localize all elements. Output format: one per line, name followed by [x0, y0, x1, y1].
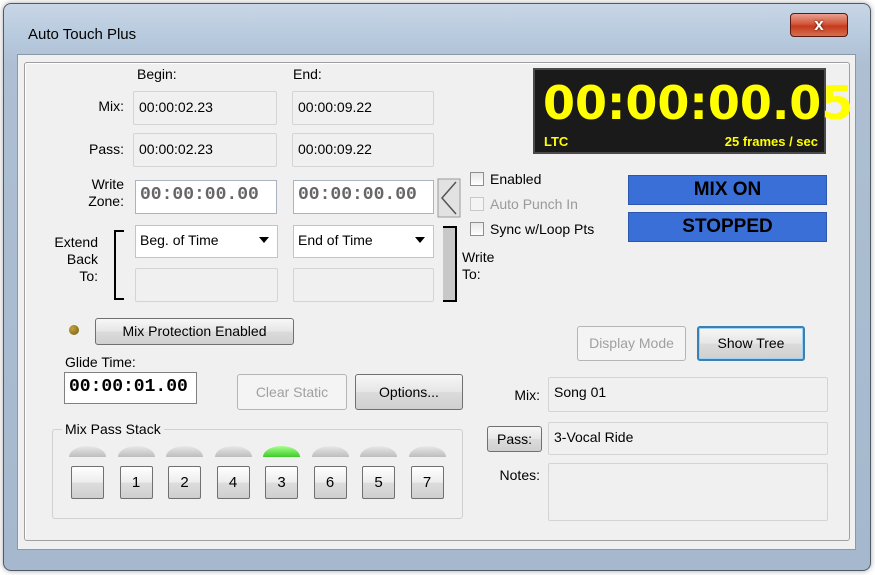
extend-label-line1: Extend — [54, 234, 98, 250]
mix-protection-indicator-icon — [69, 325, 79, 335]
write-to-dropdown-value: End of Time — [298, 232, 373, 248]
mix-pass-led — [263, 446, 300, 457]
timecode-source: LTC — [544, 134, 569, 149]
mix-pass-slot-button[interactable]: 5 — [362, 466, 395, 499]
mix-status-badge: MIX ON — [628, 175, 827, 205]
enabled-checkbox[interactable] — [470, 172, 484, 186]
mix-pass-slot-button[interactable] — [71, 466, 104, 499]
end-header: End: — [293, 66, 322, 82]
mix-pass-led — [69, 446, 106, 457]
write-to-label-line1: Write — [462, 249, 495, 265]
mix-pass-led — [214, 446, 252, 457]
mix-pass-slot-button[interactable]: 4 — [216, 466, 250, 499]
mix-pass-leds — [69, 446, 449, 458]
write-zone-label-line1: Write — [91, 176, 124, 192]
clear-static-button[interactable]: Clear Static — [237, 374, 347, 410]
enabled-checkbox-label: Enabled — [490, 171, 542, 187]
write-zone-end-input[interactable]: 00:00:00.00 — [293, 180, 434, 214]
pass-begin-field: 00:00:02.23 — [133, 133, 277, 167]
timecode-value: 00:00:00.05 — [543, 76, 854, 130]
sync-loop-pts-checkbox[interactable] — [470, 222, 484, 236]
options-button[interactable]: Options... — [355, 374, 463, 410]
mix-begin-field: 00:00:02.23 — [133, 91, 277, 125]
glide-time-input[interactable]: 00:00:01.00 — [64, 372, 197, 404]
mix-pass-slot-button[interactable]: 6 — [313, 466, 347, 499]
window-title: Auto Touch Plus — [28, 26, 137, 43]
frame-rate: 25 frames / sec — [724, 134, 818, 149]
auto-punch-in-checkbox[interactable] — [470, 197, 484, 211]
extend-label-line2: Back — [66, 251, 98, 267]
mix-row-label: Mix: — [98, 98, 124, 114]
extend-back-to-dropdown[interactable]: Beg. of Time — [135, 225, 278, 258]
mix-pass-led — [117, 446, 155, 457]
sync-loop-pts-label: Sync w/Loop Pts — [490, 221, 595, 237]
close-icon: x — [814, 15, 824, 34]
write-to-dropdown[interactable]: End of Time — [293, 225, 434, 258]
mix-pass-led — [311, 446, 349, 457]
mix-end-field: 00:00:09.22 — [292, 91, 434, 125]
extend-bracket — [114, 230, 124, 300]
close-button[interactable]: x — [790, 13, 848, 37]
show-tree-button[interactable]: Show Tree — [697, 326, 805, 361]
mix-pass-slot-button[interactable]: 2 — [168, 466, 201, 499]
mix-pass-led — [408, 446, 446, 457]
auto-punch-in-label: Auto Punch In — [490, 196, 578, 212]
write-zone-label: Write Zone: — [60, 176, 124, 210]
pass-row-label: Pass: — [88, 141, 124, 157]
extend-dropdown-value: Beg. of Time — [140, 232, 219, 248]
extend-label-line3: To: — [79, 268, 98, 284]
write-to-label-line2: To: — [462, 266, 481, 282]
write-zone-label-line2: Zone: — [88, 193, 124, 209]
mix-protection-button[interactable]: Mix Protection Enabled — [95, 318, 294, 345]
mix-pass-buttons: 1243657 — [69, 466, 449, 502]
write-zone-begin-input[interactable]: 00:00:00.00 — [135, 180, 277, 214]
mix-pass-slot-button[interactable]: 3 — [265, 466, 298, 499]
mix-pass-stack-label: Mix Pass Stack — [62, 421, 164, 437]
mix-pass-slot-button[interactable]: 1 — [119, 466, 153, 499]
timecode-display: 00:00:00.05 LTC 25 frames / sec — [533, 68, 853, 154]
info-pass-value: 3-Vocal Ride — [548, 422, 828, 455]
write-to-secondary-field — [293, 268, 434, 302]
glide-time-label: Glide Time: — [65, 354, 136, 370]
pass-end-field: 00:00:09.22 — [292, 133, 434, 167]
notes-label: Notes: — [499, 467, 540, 483]
chevron-down-icon — [415, 237, 425, 243]
write-to-bracket — [443, 226, 457, 302]
mix-pass-led — [166, 446, 203, 457]
extend-back-to-label: Extend Back To: — [48, 234, 98, 285]
mix-pass-slot-button[interactable]: 7 — [410, 466, 444, 499]
info-mix-label: Mix: — [514, 387, 540, 403]
mix-pass-led — [360, 446, 397, 457]
chevron-down-icon — [259, 237, 269, 243]
info-mix-value: Song 01 — [548, 377, 828, 412]
transport-status-badge: STOPPED — [628, 212, 827, 242]
notes-field[interactable] — [548, 463, 828, 521]
pass-button[interactable]: Pass: — [487, 426, 542, 452]
begin-header: Begin: — [137, 66, 177, 82]
capture-arrow-icon[interactable] — [437, 178, 461, 218]
extend-secondary-field — [135, 268, 278, 302]
display-mode-button[interactable]: Display Mode — [577, 326, 686, 361]
write-to-label: Write To: — [462, 249, 494, 283]
